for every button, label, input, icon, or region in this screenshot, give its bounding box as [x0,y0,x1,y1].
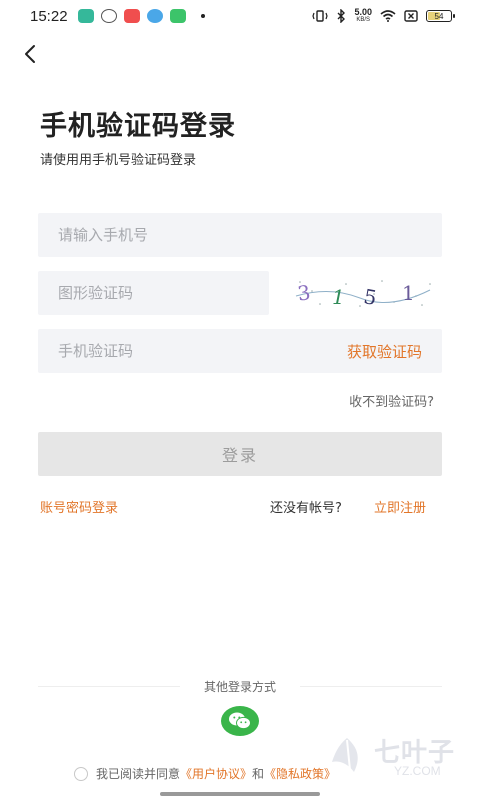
wechat-icon [229,712,251,730]
password-login-link[interactable]: 账号密码登录 [40,497,118,516]
wechat-login-button[interactable] [221,706,259,736]
phone-field[interactable] [38,213,442,257]
no-sim-icon [404,10,418,22]
status-bar: 15:22 5.00 KB/S 54 [0,0,480,32]
browser-app-icon [146,9,163,23]
agree-and: 和 [252,767,265,781]
back-button[interactable] [16,40,44,68]
watermark-sub: YZ.COM [394,764,441,778]
more-notifications-icon [200,14,205,18]
store-app-icon [169,9,186,23]
notification-icons [77,9,205,23]
captcha-char-3: 5 [362,284,379,310]
agree-checkbox[interactable] [74,766,88,781]
status-right: 5.00 KB/S 54 [312,8,455,24]
video-app-icon [123,9,140,23]
captcha-char-4: 1 [402,281,415,305]
sms-code-field[interactable]: 获取验证码 [38,329,442,373]
agreement-row: 我已阅读并同意 《用户协议》 和 《隐私政策》 [74,765,336,782]
sms-code-input[interactable] [58,342,298,360]
battery-icon: 54 [426,10,455,22]
privacy-policy-link[interactable]: 《隐私政策》 [264,765,336,782]
net-speed: 5.00 KB/S [354,8,372,24]
net-speed-value: 5.00 [354,7,372,17]
agree-prefix: 我已阅读并同意 [96,767,181,781]
user-agreement-link[interactable]: 《用户协议》 [180,765,252,782]
chevron-left-icon [25,45,35,63]
net-speed-unit: KB/S [356,17,371,23]
phone-input[interactable] [58,226,442,244]
captcha-char-2: 1 [332,285,345,309]
page-subtitle: 请使用用手机号验证码登录 [40,153,197,168]
page-title: 手机验证码登录 [40,111,236,142]
captcha-char-1: 3 [296,280,312,306]
battery-level: 54 [434,11,444,21]
register-link[interactable]: 立即注册 [374,497,426,516]
other-login-text: 其他登录方式 [193,680,286,694]
watermark: 七叶子 YZ.COM [322,730,472,786]
home-indicator[interactable] [160,792,320,796]
captcha-image[interactable]: 3 1 5 1 [290,276,434,310]
vibrate-icon [312,10,329,22]
wifi-icon [380,10,396,22]
login-button[interactable]: 登录 [38,432,442,476]
shield-app-icon [77,9,94,23]
bluetooth-icon [337,9,346,23]
captcha-field[interactable] [38,271,269,315]
status-time: 15:22 [30,7,68,25]
get-code-button[interactable]: 获取验证码 [347,341,422,362]
chat-app-icon [100,9,117,23]
no-code-link[interactable]: 收不到验证码? [349,391,434,410]
no-account-text: 还没有帐号? [270,501,342,516]
watermark-text: 七叶子 [374,738,456,768]
captcha-input[interactable] [58,284,269,302]
other-login-label: 其他登录方式 [0,678,480,695]
